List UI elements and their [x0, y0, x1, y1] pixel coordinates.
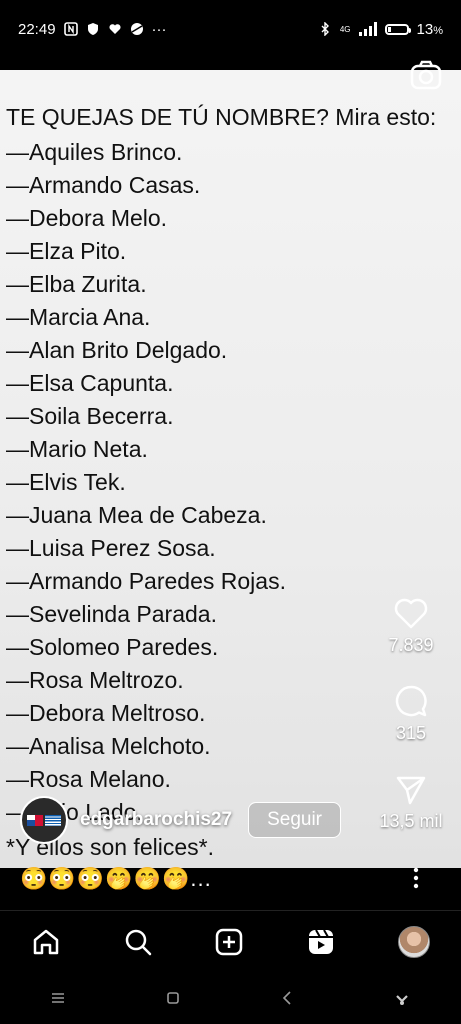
list-item: —Juana Mea de Cabeza.: [6, 502, 267, 528]
list-item: —Armando Paredes Rojas.: [6, 568, 286, 594]
post-title: TE QUEJAS DE TÚ NOMBRE? Mira esto:: [6, 104, 437, 130]
home-square-icon[interactable]: [167, 992, 180, 1004]
greece-flag-icon: [45, 814, 61, 826]
heart-icon[interactable]: [394, 598, 428, 630]
list-item: —Luisa Perez Sosa.: [6, 535, 216, 561]
list-item: —Debora Meltroso.: [6, 700, 206, 726]
menu-icon[interactable]: [51, 992, 65, 1004]
username[interactable]: edgarbarochis27: [80, 809, 232, 831]
list-item: —Alan Brito Delgado.: [6, 337, 228, 363]
bottom-nav: [0, 910, 461, 973]
more-notifications: ···: [151, 20, 167, 38]
assistant-icon[interactable]: [394, 990, 410, 1006]
comment-count: 315: [395, 723, 427, 743]
create-post-icon[interactable]: [214, 927, 244, 957]
more-options-icon[interactable]: [410, 866, 422, 890]
battery-level: 13%: [416, 20, 443, 38]
shield-icon: [87, 23, 98, 35]
list-item: —Elba Zurita.: [6, 271, 147, 297]
status-bar: 22:49 ··· 4G 13%: [0, 0, 461, 58]
list-item: —Sevelinda Parada.: [6, 601, 217, 627]
search-icon[interactable]: [123, 927, 153, 957]
list-item: —Aquiles Brinco.: [6, 139, 183, 165]
clock: 22:49: [18, 20, 56, 38]
bluetooth-icon: [321, 22, 329, 36]
list-item: —Solomeo Paredes.: [6, 634, 219, 660]
reels-icon[interactable]: [306, 927, 336, 957]
comment-action[interactable]: 315: [361, 684, 461, 744]
follow-button[interactable]: Seguir: [248, 802, 341, 838]
avatar[interactable]: [20, 796, 68, 844]
like-action[interactable]: 7.839: [361, 598, 461, 656]
share-action[interactable]: 13,5 mil: [361, 774, 461, 832]
heart-status-icon: [108, 24, 121, 34]
nfc-icon: [63, 22, 78, 36]
list-item: —Rosa Meltrozo.: [6, 667, 184, 693]
share-count: 13,5 mil: [379, 811, 443, 831]
list-item: —Elvis Tek.: [6, 469, 126, 495]
system-nav-bar: [0, 976, 461, 1020]
list-item: —Armando Casas.: [6, 172, 201, 198]
list-item: —Soila Becerra.: [6, 403, 174, 429]
ball-icon: [130, 23, 143, 35]
comment-icon[interactable]: [394, 684, 428, 718]
list-item: —Elsa Capunta.: [6, 370, 174, 396]
caption[interactable]: 😳😳😳🤭🤭🤭...: [20, 866, 212, 892]
network-type: 4G: [339, 24, 351, 34]
list-item: —Rosa Melano.: [6, 766, 171, 792]
list-item: —Analisa Melchoto.: [6, 733, 211, 759]
camera-icon[interactable]: [410, 60, 442, 90]
back-icon[interactable]: [282, 991, 292, 1005]
names-list: —Aquiles Brinco. —Armando Casas. —Debora…: [6, 136, 286, 829]
send-icon[interactable]: [395, 774, 427, 806]
author-row: edgarbarochis27 Seguir: [20, 796, 341, 844]
list-item: —Debora Melo.: [6, 205, 168, 231]
panama-flag-icon: [27, 814, 43, 826]
signal-icon: [358, 22, 377, 36]
list-item: —Elza Pito.: [6, 238, 127, 264]
battery-icon: [384, 23, 411, 35]
home-icon[interactable]: [31, 927, 61, 957]
list-item: —Mario Neta.: [6, 436, 148, 462]
list-item: —Marcia Ana.: [6, 304, 151, 330]
like-count: 7.839: [388, 635, 434, 655]
post-image[interactable]: TE QUEJAS DE TÚ NOMBRE? Mira esto: —Aqui…: [0, 70, 461, 868]
profile-avatar[interactable]: [398, 926, 431, 958]
